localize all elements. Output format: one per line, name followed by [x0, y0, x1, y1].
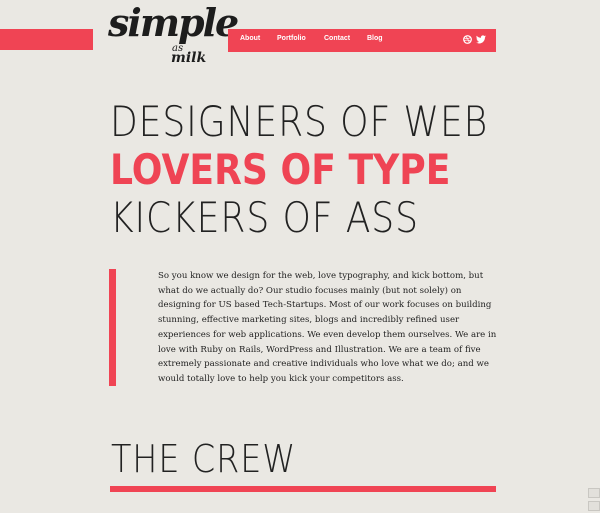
logo-milk: milk: [171, 50, 207, 66]
crew-accent-bar: [110, 486, 496, 492]
scroll-widget-icon[interactable]: [588, 488, 600, 498]
main-nav: About Portfolio Contact Blog: [228, 29, 496, 52]
header-accent-bar: [0, 29, 93, 50]
hero-line-lovers: LOVERS OF TYPE: [110, 145, 451, 194]
nav-blog[interactable]: Blog: [367, 35, 383, 42]
hero-line-designers: DESIGNERS OF WEB: [110, 97, 489, 146]
nav-contact[interactable]: Contact: [324, 35, 350, 42]
section-title-crew: THE CREW: [111, 437, 297, 481]
intro-paragraph: So you know we design for the web, love …: [158, 271, 497, 384]
intro-accent-bar: [109, 269, 116, 386]
scroll-widget-icon[interactable]: [588, 501, 600, 511]
twitter-icon[interactable]: [476, 34, 486, 44]
nav-portfolio[interactable]: Portfolio: [277, 35, 306, 42]
logo-wordmark: simple: [108, 0, 239, 45]
site-logo[interactable]: simple as milk: [108, 4, 239, 67]
nav-about[interactable]: About: [240, 35, 260, 42]
dribbble-icon[interactable]: [462, 34, 472, 44]
hero-line-kickers: KICKERS OF ASS: [110, 193, 419, 242]
